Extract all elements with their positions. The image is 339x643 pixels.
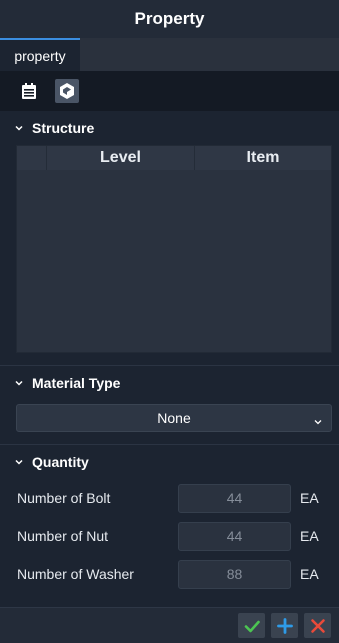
chevron-down-icon: [14, 123, 24, 133]
washer-count-field[interactable]: 88: [178, 559, 291, 589]
action-footer: [0, 607, 339, 643]
structure-table-header: Level Item: [17, 146, 331, 170]
bolt-count-field[interactable]: 44: [178, 483, 291, 513]
chevron-down-icon: [14, 457, 24, 467]
toolbar: [0, 71, 339, 111]
bolt-label: Number of Bolt: [17, 490, 111, 506]
quantity-section-header[interactable]: Quantity: [0, 445, 339, 479]
tab-label: property: [14, 47, 66, 64]
close-icon: [310, 618, 325, 633]
chevron-down-icon: [313, 414, 323, 430]
quantity-row-bolt: Number of Bolt 44 EA: [0, 479, 339, 517]
settings-logo-button[interactable]: [55, 79, 79, 103]
column-header-blank: [17, 146, 47, 170]
check-icon: [244, 620, 260, 632]
settings-logo-icon: [60, 83, 74, 99]
structure-heading: Structure: [32, 120, 95, 136]
nut-count-field[interactable]: 44: [178, 521, 291, 551]
quantity-row-nut: Number of Nut 44 EA: [0, 517, 339, 555]
washer-label: Number of Washer: [17, 566, 134, 582]
tab-bar: property: [0, 38, 339, 71]
quantity-list: Number of Bolt 44 EA Number of Nut 44 EA…: [0, 479, 339, 593]
washer-unit: EA: [300, 566, 319, 582]
structure-table: Level Item: [16, 145, 332, 353]
structure-section-header[interactable]: Structure: [0, 111, 339, 145]
column-header-item: Item: [246, 149, 280, 166]
material-heading: Material Type: [32, 375, 121, 391]
calendar-button[interactable]: [17, 79, 41, 103]
bolt-unit: EA: [300, 490, 319, 506]
panel-title-text: Property: [134, 9, 205, 28]
quantity-heading: Quantity: [32, 454, 89, 470]
nut-unit: EA: [300, 528, 319, 544]
calendar-icon: [22, 83, 36, 99]
property-panel: Property property Structure Level Item M…: [0, 0, 339, 643]
quantity-row-washer: Number of Washer 88 EA: [0, 555, 339, 593]
material-section-header[interactable]: Material Type: [0, 366, 339, 400]
plus-icon: [276, 617, 293, 634]
confirm-button[interactable]: [238, 613, 265, 638]
tab-property[interactable]: property: [0, 38, 80, 71]
chevron-down-icon: [14, 378, 24, 388]
add-button[interactable]: [271, 613, 298, 638]
material-type-select[interactable]: None: [16, 404, 332, 432]
panel-title: Property: [0, 0, 339, 38]
nut-label: Number of Nut: [17, 528, 109, 544]
cancel-button[interactable]: [304, 613, 331, 638]
column-header-level: Level: [47, 146, 195, 170]
material-type-value: None: [157, 410, 191, 426]
